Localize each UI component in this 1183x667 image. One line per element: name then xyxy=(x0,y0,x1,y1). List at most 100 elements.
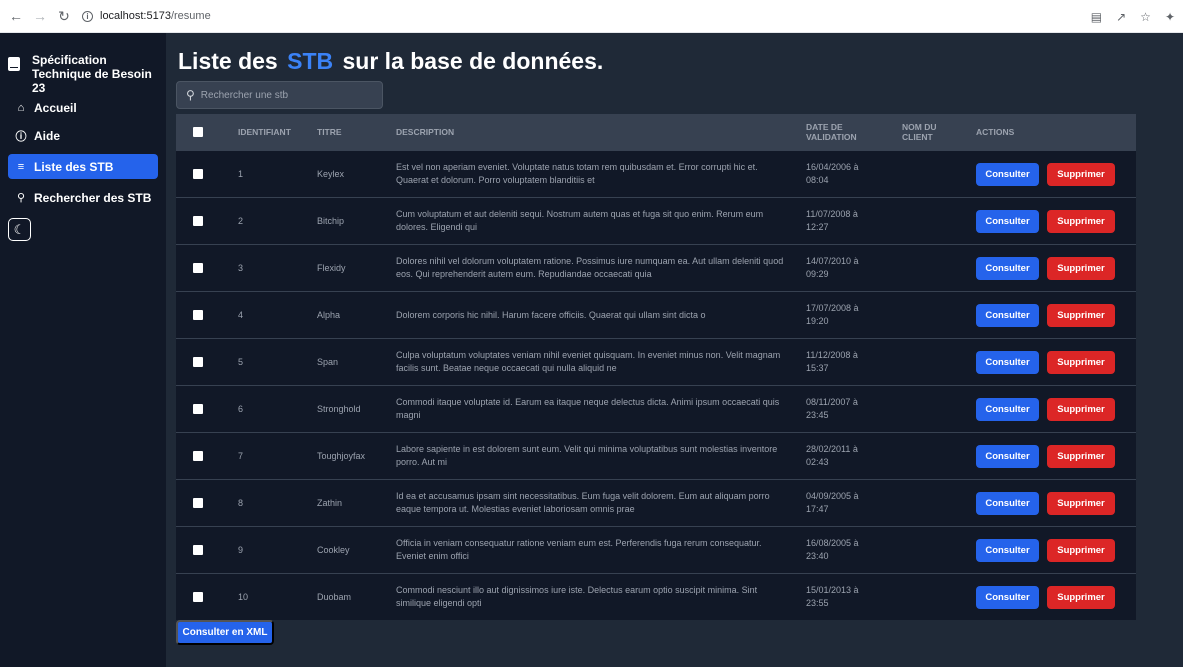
row-date: 16/08/2005 à 23:40 xyxy=(806,538,859,561)
row-date: 04/09/2005 à 17:47 xyxy=(806,491,859,514)
row-date: 17/07/2008 à 19:20 xyxy=(806,303,859,326)
row-date: 08/11/2007 à 23:45 xyxy=(806,397,858,420)
sidebar-item-aide[interactable]: ⓘ Aide xyxy=(8,123,158,148)
consult-button[interactable]: Consulter xyxy=(976,585,1039,609)
row-description: Commodi nesciunt illo aut dignissimos iu… xyxy=(396,585,758,608)
row-checkbox[interactable] xyxy=(193,357,203,367)
header-id: IDENTIFIANT xyxy=(238,127,291,137)
forward-arrow-icon[interactable]: → xyxy=(30,6,50,26)
delete-button[interactable]: Supprimer xyxy=(1047,585,1115,609)
row-description: Commodi itaque voluptate id. Earum ea it… xyxy=(396,397,780,420)
row-date: 28/02/2011 à 02:43 xyxy=(806,444,858,467)
row-checkbox[interactable] xyxy=(193,592,203,602)
address-bar[interactable]: i localhost:5173/resume xyxy=(82,10,211,22)
row-client xyxy=(902,480,952,526)
row-client xyxy=(902,292,952,338)
share-icon[interactable]: ↗ xyxy=(1116,10,1126,24)
row-title: Bitchip xyxy=(317,215,345,226)
bookmark-star-icon[interactable]: ☆ xyxy=(1140,10,1151,24)
row-client xyxy=(902,574,952,620)
stb-table: IDENTIFIANT TITRE DESCRIPTION DATE DE VA… xyxy=(176,114,1136,620)
row-checkbox[interactable] xyxy=(193,216,203,226)
row-checkbox[interactable] xyxy=(193,545,203,555)
sidebar-item-liste-stb[interactable]: ≡ Liste des STB xyxy=(8,154,158,179)
consult-button[interactable]: Consulter xyxy=(976,538,1039,562)
row-description: Id ea et accusamus ipsam sint necessitat… xyxy=(396,491,770,514)
browser-toolbar: ← → ↻ i localhost:5173/resume ▤ ↗ ☆ ✦ xyxy=(0,0,1183,33)
row-checkbox[interactable] xyxy=(193,451,203,461)
theme-toggle-button[interactable]: ☾ xyxy=(8,218,31,241)
search-box[interactable]: ⚲ xyxy=(176,81,383,109)
brand[interactable]: Spécification Technique de Besoin 23 xyxy=(8,53,162,95)
row-date: 14/07/2010 à 09:29 xyxy=(806,256,859,279)
delete-button[interactable]: Supprimer xyxy=(1047,162,1115,186)
url-host: localhost:5173 xyxy=(100,10,171,22)
row-id: 6 xyxy=(238,403,244,414)
table-row: 1 Keylex Est vel non aperiam eveniet. Vo… xyxy=(176,150,1136,197)
consult-button[interactable]: Consulter xyxy=(976,303,1039,327)
row-checkbox[interactable] xyxy=(193,169,203,179)
search-icon: ⚲ xyxy=(186,88,195,102)
consult-xml-button[interactable]: Consulter en XML xyxy=(176,620,274,645)
delete-button[interactable]: Supprimer xyxy=(1047,350,1115,374)
brand-title: Spécification Technique de Besoin 23 xyxy=(32,53,152,95)
row-checkbox[interactable] xyxy=(193,310,203,320)
consult-button[interactable]: Consulter xyxy=(976,397,1039,421)
row-title: Flexidy xyxy=(317,262,346,273)
select-all-checkbox[interactable] xyxy=(193,127,203,137)
row-description: Labore sapiente in est dolorem sunt eum.… xyxy=(396,444,778,467)
search-input[interactable] xyxy=(200,89,371,101)
header-date: DATE DE VALIDATION xyxy=(806,122,857,142)
reload-icon[interactable]: ↻ xyxy=(54,6,74,26)
delete-button[interactable]: Supprimer xyxy=(1047,444,1115,468)
moon-icon: ☾ xyxy=(13,221,26,237)
delete-button[interactable]: Supprimer xyxy=(1047,303,1115,327)
info-icon: ⓘ xyxy=(15,130,27,143)
site-info-icon[interactable]: i xyxy=(82,10,93,22)
row-id: 7 xyxy=(238,450,244,461)
consult-button[interactable]: Consulter xyxy=(976,350,1039,374)
row-date: 11/07/2008 à 12:27 xyxy=(806,209,858,232)
delete-button[interactable]: Supprimer xyxy=(1047,538,1115,562)
row-id: 5 xyxy=(238,356,244,367)
layers-icon: ≡ xyxy=(17,160,25,173)
row-date: 11/12/2008 à 15:37 xyxy=(806,350,858,373)
row-checkbox[interactable] xyxy=(193,404,203,414)
sidebar-item-rechercher-stb[interactable]: ⚲ Rechercher des STB xyxy=(8,185,158,210)
consult-button[interactable]: Consulter xyxy=(976,162,1039,186)
row-id: 9 xyxy=(238,544,244,555)
home-icon: ⌂ xyxy=(17,101,25,114)
extensions-icon[interactable]: ✦ xyxy=(1165,10,1175,24)
row-title: Stronghold xyxy=(317,403,361,414)
consult-button[interactable]: Consulter xyxy=(976,444,1039,468)
translate-icon[interactable]: ▤ xyxy=(1091,10,1102,24)
consult-button[interactable]: Consulter xyxy=(976,491,1039,515)
row-client xyxy=(902,386,952,432)
table-row: 8 Zathin Id ea et accusamus ipsam sint n… xyxy=(176,479,1136,526)
row-id: 4 xyxy=(238,309,244,320)
page-title: Liste des STB sur la base de données. xyxy=(178,48,603,75)
table-row: 9 Cookley Officia in veniam consequatur … xyxy=(176,526,1136,573)
delete-button[interactable]: Supprimer xyxy=(1047,256,1115,280)
table-header: IDENTIFIANT TITRE DESCRIPTION DATE DE VA… xyxy=(176,114,1136,150)
sidebar: Spécification Technique de Besoin 23 ⌂ A… xyxy=(0,33,166,667)
row-checkbox[interactable] xyxy=(193,263,203,273)
consult-button[interactable]: Consulter xyxy=(976,209,1039,233)
search-icon: ⚲ xyxy=(16,192,26,204)
delete-button[interactable]: Supprimer xyxy=(1047,397,1115,421)
row-description: Dolorem corporis hic nihil. Harum facere… xyxy=(396,309,706,320)
delete-button[interactable]: Supprimer xyxy=(1047,491,1115,515)
sidebar-item-accueil[interactable]: ⌂ Accueil xyxy=(8,95,158,120)
header-actions: ACTIONS xyxy=(976,127,1015,137)
row-date: 15/01/2013 à 23:55 xyxy=(806,585,859,608)
row-id: 3 xyxy=(238,262,244,273)
table-row: 7 Toughjoyfax Labore sapiente in est dol… xyxy=(176,432,1136,479)
back-arrow-icon[interactable]: ← xyxy=(6,6,26,26)
delete-button[interactable]: Supprimer xyxy=(1047,209,1115,233)
sidebar-item-label: Aide xyxy=(34,128,61,143)
sidebar-item-label: Rechercher des STB xyxy=(34,190,152,205)
consult-button[interactable]: Consulter xyxy=(976,256,1039,280)
row-checkbox[interactable] xyxy=(193,498,203,508)
row-date: 16/04/2006 à 08:04 xyxy=(806,162,859,185)
header-client: NOM DU CLIENT xyxy=(902,122,937,142)
